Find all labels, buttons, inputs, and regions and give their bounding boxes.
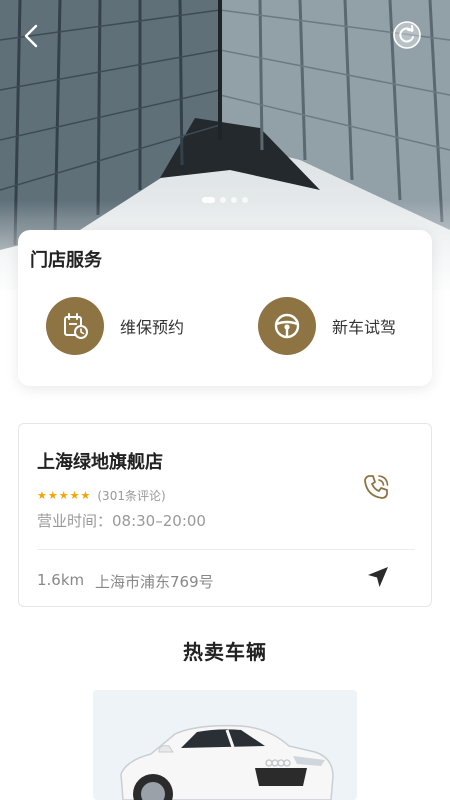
car-card[interactable] — [93, 690, 357, 800]
carousel-dot[interactable] — [242, 197, 248, 203]
store-distance: 1.6km — [37, 571, 85, 589]
star-icon: ★ — [37, 488, 47, 502]
navigation-arrow-icon — [368, 567, 388, 587]
calendar-clock-icon — [64, 313, 88, 339]
maintenance-icon-circle — [46, 297, 104, 355]
maintenance-booking-label: 维保预约 — [120, 318, 185, 337]
hot-cars-title: 热卖车辆 — [183, 640, 267, 664]
star-icon: ★ — [47, 488, 58, 502]
star-icon: ★ — [80, 488, 91, 502]
test-drive-button[interactable]: 新车试驾 — [258, 296, 396, 356]
carousel-dot[interactable] — [202, 197, 215, 203]
car-image — [120, 724, 334, 800]
store-rating: ★ ★ ★ ★ ★ (301条评论) — [37, 487, 166, 504]
store-info-card[interactable]: 上海绿地旗舰店 ★ ★ ★ ★ ★ (301条评论) 营业时间：08:30–20… — [18, 423, 432, 607]
chevron-left-icon — [24, 24, 38, 48]
navigate-button[interactable] — [365, 564, 391, 590]
carousel-dot[interactable] — [220, 197, 226, 203]
business-hours: 营业时间：08:30–20:00 — [37, 512, 206, 530]
carousel-indicator[interactable] — [0, 196, 450, 204]
maintenance-booking-button[interactable]: 维保预约 — [46, 296, 184, 356]
review-count: (301条评论) — [97, 489, 166, 503]
divider — [37, 549, 415, 550]
refresh-icon — [393, 21, 421, 49]
star-icon: ★ — [58, 488, 69, 502]
test-drive-icon-circle — [258, 297, 316, 355]
test-drive-label: 新车试驾 — [332, 318, 397, 337]
phone-icon — [364, 475, 389, 499]
services-title: 门店服务 — [30, 250, 102, 271]
call-store-button[interactable] — [361, 472, 391, 502]
store-name: 上海绿地旗舰店 — [37, 452, 163, 473]
store-address: 上海市浦东769号 — [95, 573, 214, 591]
back-button[interactable] — [18, 20, 46, 52]
steering-wheel-icon — [274, 313, 300, 339]
store-services-card: 门店服务 维保预约 新车试驾 — [18, 230, 432, 386]
star-icon: ★ — [69, 488, 80, 502]
carousel-dot[interactable] — [231, 197, 237, 203]
refresh-button[interactable] — [392, 20, 422, 50]
